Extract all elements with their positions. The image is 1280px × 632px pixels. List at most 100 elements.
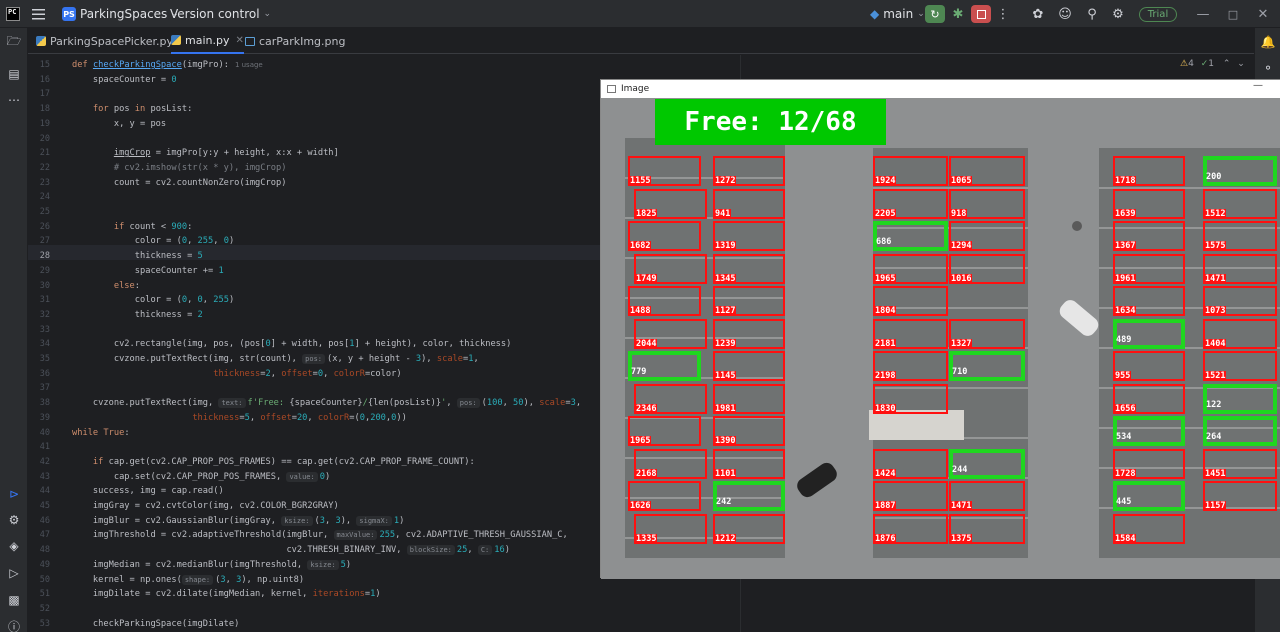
code-line[interactable]: thickness = 5 (72, 249, 203, 264)
tab-carparkimg[interactable]: carParkImg.png (245, 28, 345, 54)
run-tool-icon[interactable]: ▷ (4, 563, 24, 583)
occupied-parking-space: 955 (1113, 351, 1185, 381)
pixel-count-label: 1830 (874, 403, 897, 414)
code-line[interactable]: imgCrop = imgPro[y:y + height, x:x + wid… (72, 146, 339, 161)
line-number: 25 (39, 207, 50, 217)
line-number: 36 (39, 368, 50, 379)
line-number: 18 (39, 104, 50, 115)
code-line[interactable]: spaceCounter += 1 (72, 264, 224, 279)
code-line[interactable]: def checkParkingSpace(imgPro): 1 usage (72, 58, 263, 73)
occupied-parking-space: 2205 (873, 188, 948, 219)
code-line[interactable]: cvzone.putTextRect(img, str(count), pos:… (72, 352, 479, 367)
line-number: 45 (39, 501, 50, 511)
occupied-parking-space: 1981 (713, 383, 785, 414)
occupied-parking-space: 1626 (628, 481, 701, 511)
inspection-widget[interactable]: ⚠4 ✓1 ⌃ ⌄ (1180, 59, 1245, 69)
code-line[interactable]: count = cv2.countNonZero(imgCrop) (72, 176, 287, 191)
code-line[interactable]: thickness=2, offset=0, colorR=color) (72, 367, 401, 382)
code-line[interactable]: spaceCounter = 0 (72, 73, 177, 88)
code-line[interactable]: imgDilate = cv2.dilate(imgMedian, kernel… (72, 587, 381, 602)
code-line[interactable]: else: (72, 279, 140, 294)
window-minimize-icon[interactable]: — (1193, 0, 1213, 28)
code-line[interactable]: imgBlur = cv2.GaussianBlur(imgGray, ksiz… (72, 514, 404, 529)
code-line[interactable]: if count < 900: (72, 220, 192, 235)
occupied-parking-space: 1065 (949, 156, 1025, 186)
code-line[interactable]: color = (0, 0, 255) (72, 293, 234, 308)
pixel-count-label: 1073 (1204, 306, 1227, 316)
python-console-icon[interactable]: ⊳ (4, 484, 24, 504)
pixel-count-label: 1294 (950, 241, 973, 251)
search-icon[interactable]: ⚲ (1082, 0, 1102, 28)
add-user-icon[interactable]: ☺ (1055, 0, 1075, 28)
debug-icon[interactable]: ✱ (948, 0, 968, 28)
line-number: 48 (39, 545, 50, 556)
code-line[interactable]: x, y = pos (72, 117, 166, 132)
trial-badge[interactable]: Trial (1139, 7, 1177, 22)
occupied-parking-space: 1718 (1113, 156, 1185, 186)
code-line[interactable]: imgMedian = cv2.medianBlur(imgThreshold,… (72, 558, 351, 573)
stop-button[interactable] (971, 5, 991, 23)
notifications-bell-icon[interactable]: 🔔 (1258, 32, 1278, 52)
project-selector[interactable]: PS ParkingSpaces ⌄ (62, 0, 179, 28)
code-line[interactable]: kernel = np.ones(shape: (3, 3), np.uint8) (72, 573, 304, 588)
window-close-icon[interactable]: ✕ (1253, 0, 1273, 28)
occupied-parking-space: 1073 (1203, 286, 1277, 316)
main-menu-icon[interactable] (32, 0, 46, 28)
code-line[interactable]: imgGray = cv2.cvtColor(img, cv2.COLOR_BG… (72, 499, 339, 514)
pixel-count-label: 1127 (714, 306, 737, 316)
python-icon: ◆ (870, 7, 880, 21)
line-number: 42 (39, 456, 50, 467)
code-line[interactable]: for pos in posList: (72, 102, 192, 117)
code-line[interactable]: cv2.THRESH_BINARY_INV, blockSize: 25, C: 1… (72, 543, 510, 558)
code-line[interactable]: success, img = cap.read() (72, 484, 224, 499)
code-line[interactable]: cvzone.putTextRect(img, text: f'Free: {sp… (72, 396, 581, 411)
image-window-titlebar[interactable]: Image — (601, 80, 1280, 98)
code-line[interactable]: if cap.get(cv2.CAP_PROP_POS_FRAMES) == c… (72, 455, 475, 470)
project-folder-icon[interactable]: 🗁 (4, 32, 24, 52)
occupied-parking-space: 1682 (628, 221, 701, 251)
occupied-parking-space: 1319 (713, 221, 785, 251)
code-line[interactable]: thickness=5, offset=20, colorR=(0,200,0)… (72, 411, 407, 426)
close-tab-icon[interactable]: ✕ (235, 35, 243, 46)
ai-chat-icon[interactable]: ⚬ (1258, 58, 1278, 78)
problems-icon[interactable]: ⓘ (4, 616, 24, 632)
code-line[interactable]: color = (0, 255, 0) (72, 234, 234, 249)
chevron-up-icon[interactable]: ⌃ (1223, 59, 1231, 69)
occupied-parking-space: 1965 (873, 253, 948, 284)
image-window[interactable]: Image — Free: 12/68 1155 1825 1682 1749 … (600, 79, 1280, 579)
terminal-icon[interactable]: ▩ (4, 590, 24, 610)
code-line[interactable]: cap.set(cv2.CAP_PROP_POS_FRAMES, value: 0… (72, 470, 330, 485)
warning-icon: ⚠ (1180, 59, 1189, 69)
chevron-down-icon[interactable]: ⌄ (1237, 59, 1245, 69)
more-tools-icon[interactable]: ⋯ (4, 90, 24, 110)
pixel-count-label: 1718 (1114, 176, 1137, 186)
code-line[interactable]: thickness = 2 (72, 308, 203, 323)
run-config-selector[interactable]: ◆ main ⌄ (870, 0, 925, 28)
version-control-selector[interactable]: Version control ⌄ (170, 0, 271, 28)
pixel-count-label: 1145 (714, 371, 737, 381)
pixel-count-label: 1656 (1114, 403, 1137, 414)
pixel-count-label: 1375 (950, 533, 973, 544)
tab-parkingspacepicker[interactable]: ParkingSpacePicker.py (36, 28, 173, 54)
pycharm-logo-icon[interactable]: PC (6, 7, 20, 21)
pixel-count-label: 1327 (950, 338, 973, 349)
code-line[interactable]: checkParkingSpace(imgDilate) (72, 617, 239, 632)
structure-icon[interactable]: ▤ (4, 64, 24, 84)
code-line[interactable]: imgThreshold = cv2.adaptiveThreshold(img… (72, 528, 568, 543)
rerun-button[interactable]: ↻ (925, 5, 945, 23)
window-minimize-icon[interactable]: — (1253, 80, 1263, 91)
pixel-count-label: 1319 (714, 241, 737, 251)
window-restore-icon[interactable]: □ (1223, 0, 1243, 28)
python-packages-icon[interactable]: ⚙ (4, 510, 24, 530)
python-file-icon (171, 35, 181, 45)
ai-assistant-icon[interactable]: ✿ (1028, 0, 1048, 28)
code-line[interactable]: # cv2.imshow(str(x * y), imgCrop) (72, 161, 287, 176)
tab-main[interactable]: main.py ✕ (171, 28, 244, 54)
settings-gear-icon[interactable]: ⚙ (1108, 0, 1128, 28)
code-line[interactable]: cv2.rectangle(img, pos, (pos[0] + width,… (72, 337, 512, 352)
services-icon[interactable]: ◈ (4, 536, 24, 556)
code-line[interactable]: while True: (72, 426, 130, 441)
occupied-parking-space: 1876 (873, 513, 948, 544)
occupied-parking-space: 1157 (1203, 481, 1277, 511)
more-actions-icon[interactable]: ⋮ (993, 0, 1013, 28)
